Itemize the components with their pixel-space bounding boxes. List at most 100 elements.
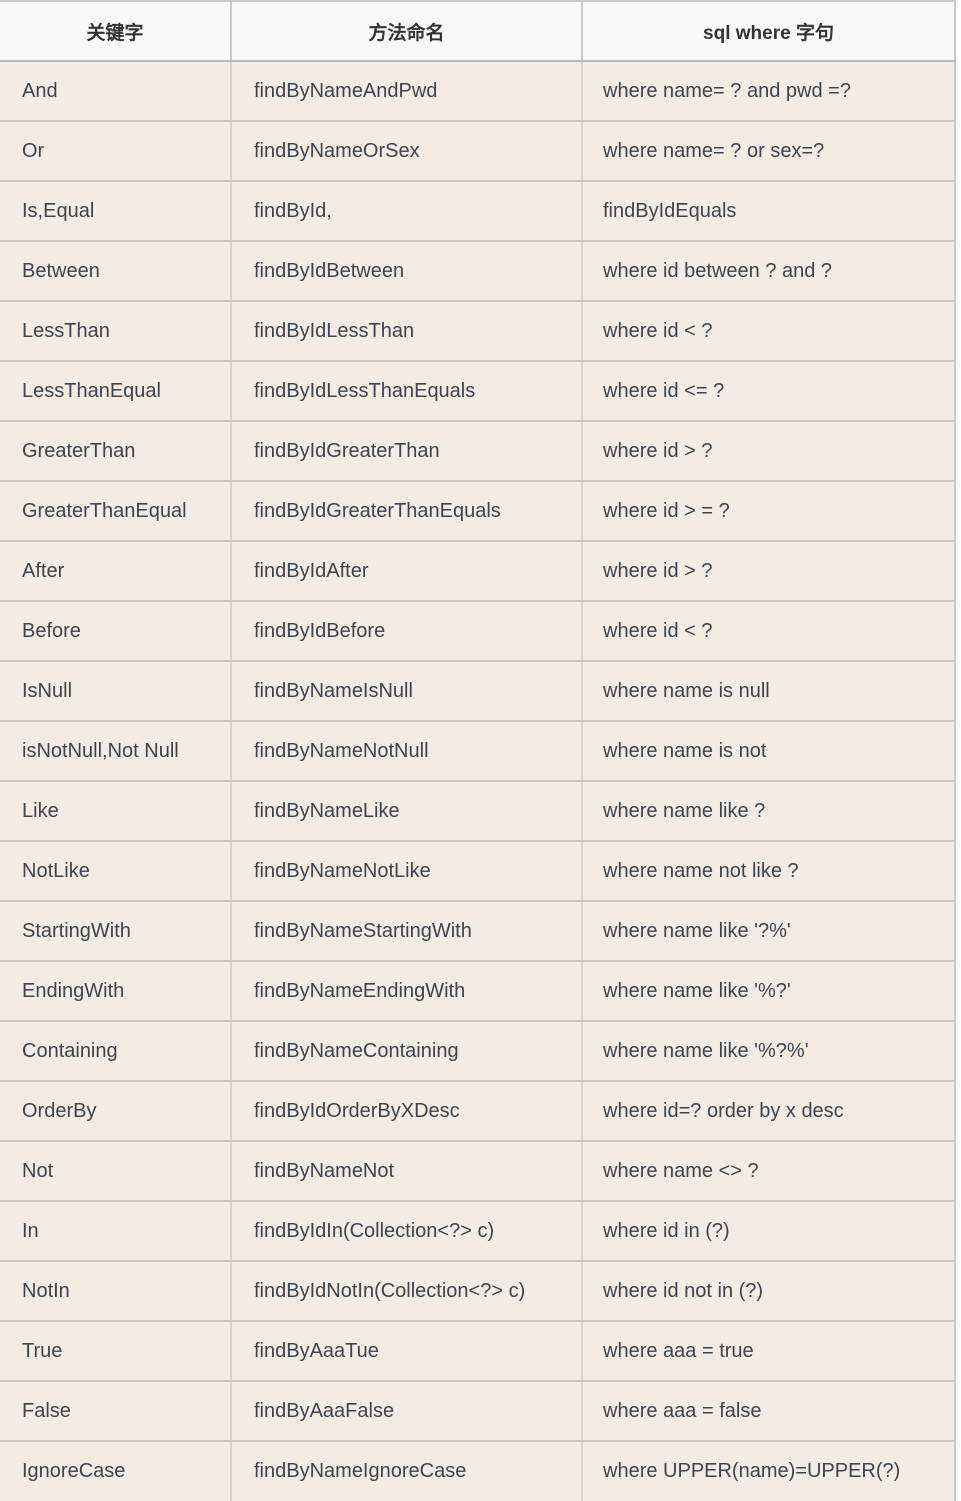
cell-keyword: NotIn [0,1261,232,1322]
cell-sql-where-clause: where id > ? [582,541,955,602]
cell-keyword: GreaterThanEqual [0,481,232,542]
cell-sql-where-clause: where name <> ? [582,1141,955,1202]
table-row: Containing findByNameContaining where name… [0,1021,955,1082]
table-row: Like findByNameLike where name like ? [0,781,955,842]
column-header-method-name: 方法命名 [231,1,583,62]
cell-method-name: findById, [231,181,583,242]
table-row: IsNull findByNameIsNull where name is null [0,661,955,722]
cell-sql-where-clause: where name like '%?' [582,961,955,1022]
cell-method-name: findByNameStartingWith [231,901,583,962]
cell-method-name: findByAaaTue [231,1321,583,1382]
cell-sql-where-clause: where name like '%?%' [582,1021,955,1082]
cell-keyword: Or [0,121,232,182]
table-row: NotLike findByNameNotLike where name not l… [0,841,955,902]
cell-sql-where-clause: where id between ? and ? [582,241,955,302]
cell-keyword: isNotNull,Not Null [0,721,232,782]
cell-method-name: findByNameEndingWith [231,961,583,1022]
cell-keyword: True [0,1321,232,1382]
table-row: EndingWith findByNameEndingWith where name… [0,961,955,1022]
cell-method-name: findByNameNotNull [231,721,583,782]
table-row: NotIn findByIdNotIn(Collection<?> c) where… [0,1261,955,1322]
cell-keyword: IsNull [0,661,232,722]
column-header-keyword: 关键字 [0,1,232,62]
cell-sql-where-clause: where aaa = false [582,1381,955,1442]
column-header-sql-where-clause: sql where 字句 [582,1,955,62]
table-header-row: 关键字 方法命名 sql where 字句 [0,1,955,62]
cell-keyword: Is,Equal [0,181,232,242]
table-row: True findByAaaTue where aaa = true [0,1321,955,1382]
table-row: StartingWith findByNameStartingWith where … [0,901,955,962]
cell-keyword: LessThanEqual [0,361,232,422]
cell-method-name: findByIdBetween [231,241,583,302]
cell-sql-where-clause: where name= ? or sex=? [582,121,955,182]
cell-method-name: findByAaaFalse [231,1381,583,1442]
cell-keyword: OrderBy [0,1081,232,1142]
cell-keyword: Like [0,781,232,842]
cell-sql-where-clause: where name not like ? [582,841,955,902]
cell-sql-where-clause: where id=? order by x desc [582,1081,955,1142]
cell-sql-where-clause: where id < ? [582,301,955,362]
table-row: isNotNull,Not Null findByNameNotNull where… [0,721,955,782]
table-row: And findByNameAndPwd where name= ? and pwd… [0,61,955,122]
cell-sql-where-clause: where name like ? [582,781,955,842]
cell-method-name: findByIdGreaterThanEquals [231,481,583,542]
cell-sql-where-clause: where id > ? [582,421,955,482]
cell-keyword: Containing [0,1021,232,1082]
cell-method-name: findByIdLessThanEquals [231,361,583,422]
cell-sql-where-clause: where id not in (?) [582,1261,955,1322]
cell-sql-where-clause: where name is not [582,721,955,782]
cell-keyword: Between [0,241,232,302]
table-row: GreaterThanEqual findByIdGreaterThanEqual… [0,481,955,542]
cell-sql-where-clause: where UPPER(name)=UPPER(?) [582,1441,955,1501]
cell-method-name: findByNameNot [231,1141,583,1202]
table-row: LessThanEqual findByIdLessThanEquals where… [0,361,955,422]
cell-method-name: findByNameAndPwd [231,61,583,122]
table-row: IgnoreCase findByNameIgnoreCase where UPPE… [0,1441,955,1501]
cell-keyword: StartingWith [0,901,232,962]
cell-sql-where-clause: where name like '?%' [582,901,955,962]
cell-method-name: findByNameOrSex [231,121,583,182]
table-row: Between findByIdBetween where id between ?… [0,241,955,302]
table-body: And findByNameAndPwd where name= ? and pwd… [0,61,955,1501]
cell-sql-where-clause: where name= ? and pwd =? [582,61,955,122]
cell-sql-where-clause: findByIdEquals [582,181,955,242]
cell-method-name: findByIdNotIn(Collection<?> c) [231,1261,583,1322]
cell-method-name: findByIdBefore [231,601,583,662]
cell-method-name: findByNameContaining [231,1021,583,1082]
table-row: Or findByNameOrSex where name= ? or sex=? [0,121,955,182]
cell-keyword: NotLike [0,841,232,902]
cell-keyword: IgnoreCase [0,1441,232,1501]
cell-method-name: findByNameLike [231,781,583,842]
cell-sql-where-clause: where id <= ? [582,361,955,422]
cell-sql-where-clause: where aaa = true [582,1321,955,1382]
cell-keyword: Not [0,1141,232,1202]
cell-method-name: findByIdAfter [231,541,583,602]
table-row: False findByAaaFalse where aaa = false [0,1381,955,1442]
cell-method-name: findByIdIn(Collection<?> c) [231,1201,583,1262]
cell-keyword: After [0,541,232,602]
table-row: OrderBy findByIdOrderByXDesc where id=? or… [0,1081,955,1142]
table-header: 关键字 方法命名 sql where 字句 [0,1,955,62]
cell-keyword: False [0,1381,232,1442]
table-row: Not findByNameNot where name <> ? [0,1141,955,1202]
cell-method-name: findByIdGreaterThan [231,421,583,482]
cell-keyword: In [0,1201,232,1262]
table-row: Before findByIdBefore where id < ? [0,601,955,662]
table-row: LessThan findByIdLessThan where id < ? [0,301,955,362]
cell-method-name: findByNameIsNull [231,661,583,722]
table-row: After findByIdAfter where id > ? [0,541,955,602]
cell-method-name: findByNameNotLike [231,841,583,902]
cell-sql-where-clause: where id in (?) [582,1201,955,1262]
cell-keyword: GreaterThan [0,421,232,482]
table-row: Is,Equal findById, findByIdEquals [0,181,955,242]
table-row: GreaterThan findByIdGreaterThan where id >… [0,421,955,482]
cell-method-name: findByNameIgnoreCase [231,1441,583,1501]
cell-method-name: findByIdOrderByXDesc [231,1081,583,1142]
keyword-reference-table: 关键字 方法命名 sql where 字句 And findByNameAndPw… [0,0,956,1501]
cell-method-name: findByIdLessThan [231,301,583,362]
cell-keyword: LessThan [0,301,232,362]
cell-sql-where-clause: where id > = ? [582,481,955,542]
cell-sql-where-clause: where name is null [582,661,955,722]
keyword-reference-table-container: 关键字 方法命名 sql where 字句 And findByNameAndPw… [0,0,961,1501]
cell-keyword: EndingWith [0,961,232,1022]
